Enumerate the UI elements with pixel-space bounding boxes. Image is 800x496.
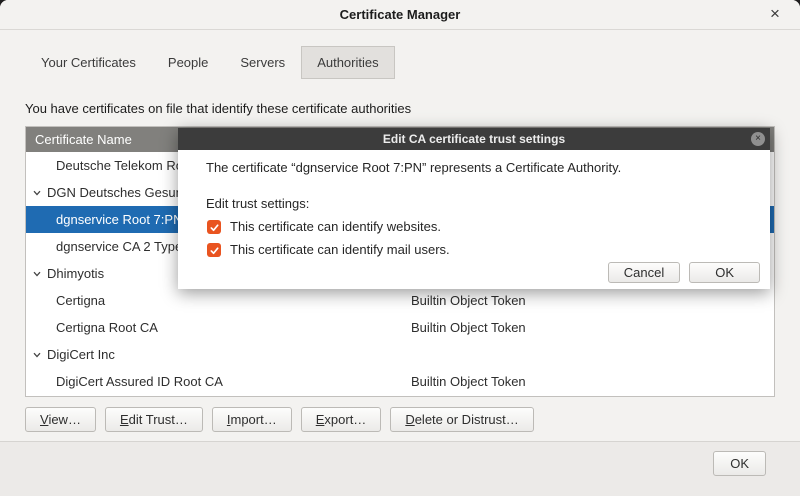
cert-group-name: DigiCert Inc xyxy=(47,341,115,368)
cert-name: dgnservice Root 7:PN xyxy=(56,206,182,233)
modal-ok-button[interactable]: OK xyxy=(689,262,760,283)
view-button[interactable]: View… xyxy=(25,407,96,432)
column-header-label: Certificate Name xyxy=(35,132,132,147)
edit-trust-settings-label: Edit trust settings: xyxy=(206,196,770,212)
websites-checkbox-label: This certificate can identify websites. xyxy=(230,219,441,235)
edit-trust-dialog-body: The certificate “dgnservice Root 7:PN” r… xyxy=(178,150,770,289)
cert-name: Certigna Root CA xyxy=(56,314,158,341)
table-row-group[interactable]: DigiCert Inc xyxy=(26,341,774,368)
security-device: Builtin Object Token xyxy=(411,314,526,341)
mail-users-checkbox[interactable] xyxy=(207,243,221,257)
tab-your-certificates[interactable]: Your Certificates xyxy=(25,46,152,79)
titlebar: Certificate Manager × xyxy=(0,0,800,30)
tab-bar: Your Certificates People Servers Authori… xyxy=(25,46,395,79)
action-button-row: View… Edit Trust… Import… Export… Delete… xyxy=(25,407,534,432)
window-title: Certificate Manager xyxy=(0,0,800,30)
edit-trust-dialog-titlebar: Edit CA certificate trust settings × xyxy=(178,128,770,150)
mail-users-checkbox-label: This certificate can identify mail users… xyxy=(230,242,450,258)
tab-servers[interactable]: Servers xyxy=(224,46,301,79)
security-device: Builtin Object Token xyxy=(411,287,526,314)
chevron-down-icon xyxy=(32,269,42,279)
export-button[interactable]: Export… xyxy=(301,407,382,432)
window-close-icon[interactable]: × xyxy=(760,0,790,30)
cert-group-name: Dhimyotis xyxy=(47,260,104,287)
import-button[interactable]: Import… xyxy=(212,407,292,432)
cert-name: dgnservice CA 2 Type E: xyxy=(56,233,198,260)
description-text: You have certificates on file that ident… xyxy=(25,101,411,116)
dialog-close-icon[interactable]: × xyxy=(751,132,765,146)
edit-trust-dialog: Edit CA certificate trust settings × The… xyxy=(178,128,770,289)
certificate-message: The certificate “dgnservice Root 7:PN” r… xyxy=(178,150,770,176)
cert-name: Deutsche Telekom Root xyxy=(56,152,194,179)
modal-button-row: Cancel OK xyxy=(608,262,760,283)
security-device: Builtin Object Token xyxy=(411,368,526,395)
chevron-down-icon xyxy=(32,188,42,198)
cert-name: Certigna xyxy=(56,287,105,314)
table-row[interactable]: DigiCert Assured ID Root CA Builtin Obje… xyxy=(26,368,774,395)
delete-or-distrust-button[interactable]: Delete or Distrust… xyxy=(390,407,533,432)
tab-authorities[interactable]: Authorities xyxy=(301,46,394,79)
checkmark-icon xyxy=(209,222,220,233)
cert-name: DigiCert Assured ID Root CA xyxy=(56,368,223,395)
dialog-footer: OK xyxy=(0,441,800,496)
websites-checkbox[interactable] xyxy=(207,220,221,234)
cancel-button[interactable]: Cancel xyxy=(608,262,680,283)
edit-trust-dialog-title: Edit CA certificate trust settings xyxy=(178,128,770,150)
edit-trust-button[interactable]: Edit Trust… xyxy=(105,407,203,432)
identify-mail-users-option[interactable]: This certificate can identify mail users… xyxy=(207,242,770,258)
certificate-manager-window: Certificate Manager × Your Certificates … xyxy=(0,0,800,496)
dialog-ok-button[interactable]: OK xyxy=(713,451,766,476)
identify-websites-option[interactable]: This certificate can identify websites. xyxy=(207,219,770,235)
tab-people[interactable]: People xyxy=(152,46,224,79)
table-row[interactable]: Certigna Root CA Builtin Object Token xyxy=(26,314,774,341)
chevron-down-icon xyxy=(32,350,42,360)
table-row[interactable]: Certigna Builtin Object Token xyxy=(26,287,774,314)
checkmark-icon xyxy=(209,245,220,256)
